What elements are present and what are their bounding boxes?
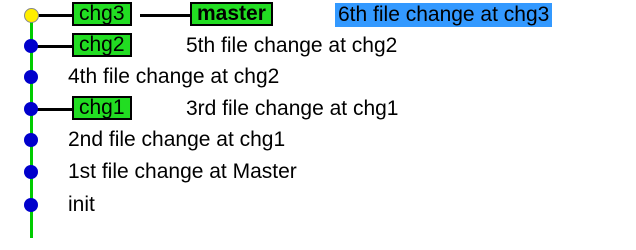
commit-node-icon (24, 198, 38, 212)
ref-connector (32, 108, 74, 111)
commit-message[interactable]: 6th file change at chg3 (335, 3, 553, 27)
commit-message[interactable]: 4th file change at chg2 (68, 65, 279, 89)
commit-row[interactable]: chg1 3rd file change at chg1 (0, 94, 636, 124)
commit-message[interactable]: 2nd file change at chg1 (68, 128, 285, 152)
commit-row[interactable]: 4th file change at chg2 (0, 62, 636, 92)
ref-label-chg2[interactable]: chg2 (72, 33, 132, 57)
ref-label-master[interactable]: master (190, 2, 273, 26)
commit-message[interactable]: 1st file change at Master (68, 160, 297, 184)
commit-message[interactable]: 5th file change at chg2 (186, 34, 397, 58)
ref-label-chg3[interactable]: chg3 (72, 2, 132, 26)
commit-row[interactable]: 2nd file change at chg1 (0, 125, 636, 155)
commit-row[interactable]: init (0, 190, 636, 220)
commit-node-icon (24, 165, 38, 179)
commit-graph: chg3 master 6th file change at chg3 chg2… (0, 0, 636, 250)
commit-node-icon (24, 70, 38, 84)
commit-message[interactable]: init (68, 193, 95, 217)
ref-connector (32, 45, 74, 48)
ref-connector (140, 14, 192, 17)
head-commit-node-icon (24, 8, 39, 23)
commit-message[interactable]: 3rd file change at chg1 (186, 97, 398, 121)
commit-node-icon (24, 133, 38, 147)
commit-row[interactable]: chg3 master 6th file change at chg3 (0, 0, 636, 30)
ref-label-chg1[interactable]: chg1 (72, 96, 132, 120)
commit-row[interactable]: 1st file change at Master (0, 157, 636, 187)
commit-node-icon (24, 102, 38, 116)
commit-row[interactable]: chg2 5th file change at chg2 (0, 31, 636, 61)
commit-node-icon (24, 39, 38, 53)
